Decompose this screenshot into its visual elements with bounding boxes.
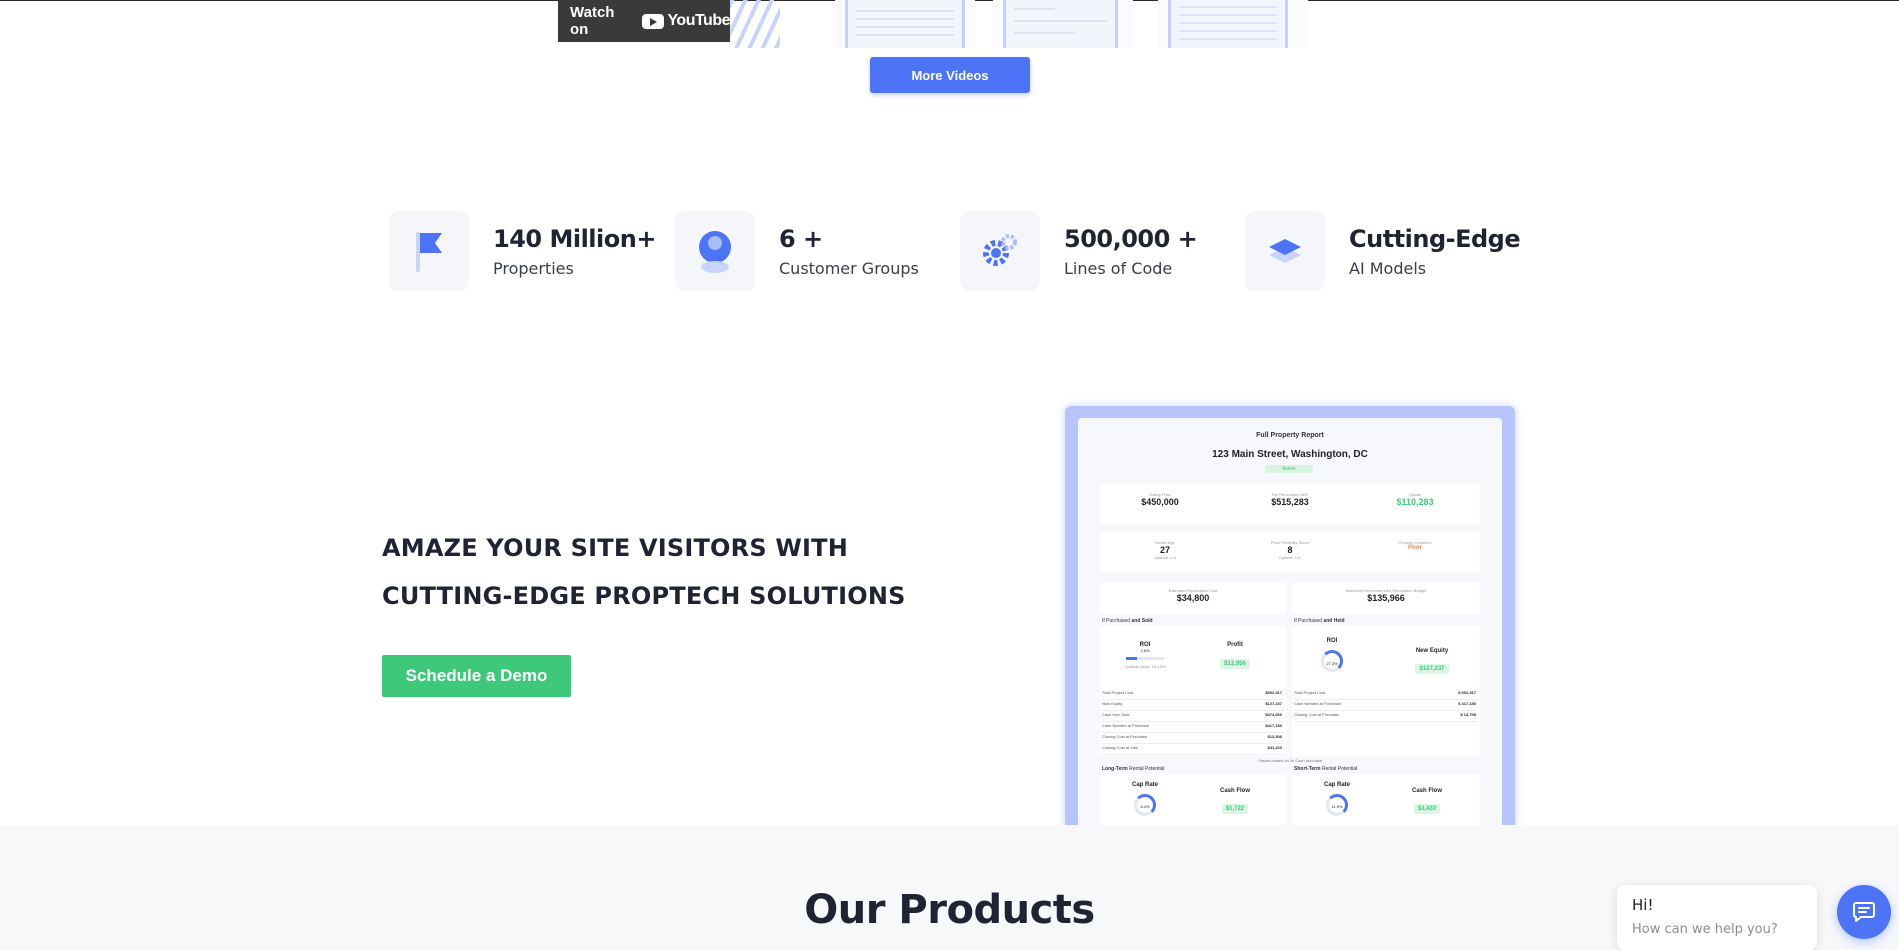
table-row: Closing Cost at Purchase $13,500: [1102, 734, 1284, 744]
equity-label: New Equity: [1415, 648, 1449, 654]
report-address: 123 Main Street, Washington, DC: [1212, 449, 1368, 460]
metric-note: Optimal: 0-5: [1154, 555, 1176, 560]
cap-rate-label: Cap Rate: [1131, 782, 1158, 788]
table-row: Closing Cost at Purchase $ 13,700: [1294, 712, 1478, 722]
thumbnail-image: [1168, 0, 1288, 48]
stat-properties: 140 Million+ Properties: [389, 211, 656, 291]
table-row: New Equity $127,237: [1102, 701, 1284, 711]
thumbnail-image: [1003, 0, 1118, 48]
chat-launcher-button[interactable]: [1837, 885, 1891, 939]
profit-label: Profit: [1227, 642, 1243, 648]
stat-lines-of-code: 500,000 + Lines of Code: [960, 211, 1198, 291]
long-term-heading: Long-Term Rental Potential: [1102, 766, 1165, 772]
gears-icon: [960, 211, 1040, 291]
short-term-card: Cap Rate 11.9% Cash Flow $3,432: [1292, 774, 1480, 826]
layers-icon: [1245, 211, 1325, 291]
short-term-heading: Short-Term Rental Potential: [1294, 766, 1358, 772]
page: Watch on YouTube More Videos 140 Million…: [0, 0, 1899, 950]
report-footnote: *Values based on 3x Cash purchase: [1257, 758, 1323, 763]
youtube-play-icon: [642, 13, 665, 29]
metric-value: $450,000: [1141, 497, 1179, 507]
stat-ai-models: Cutting-Edge AI Models: [1245, 211, 1521, 291]
metric-value: 8: [1287, 545, 1293, 555]
stat-label: Customer Groups: [779, 258, 919, 278]
sold-section-card: ROI 2.6% Optimal range: 10-15% Profit $1…: [1100, 626, 1286, 756]
cash-flow-value: $1,722: [1221, 804, 1249, 814]
table-row: Total Project Cost $ 502,317: [1294, 690, 1478, 700]
cap-rate-value: 6.4%: [1140, 804, 1150, 809]
cash-flow-value: $3,432: [1413, 804, 1441, 814]
youtube-logo: YouTube: [642, 12, 730, 30]
cap-rate-label: Cap Rate: [1323, 782, 1350, 788]
held-section-card: ROI 27.3% New Equity $127,237 Total Proj…: [1292, 626, 1480, 756]
roi-value: 27.3%: [1326, 661, 1338, 666]
watch-on-label: Watch on: [570, 4, 615, 38]
chat-prompt: How can we help you?: [1632, 922, 1778, 937]
video-thumbnail-2[interactable]: [993, 0, 1133, 48]
more-videos-button[interactable]: More Videos: [870, 57, 1030, 93]
stat-value: 140 Million+: [493, 224, 656, 253]
top-metrics-card: Listing Price $450,000 Full Renovation A…: [1100, 484, 1480, 524]
stat-label: Lines of Code: [1064, 258, 1173, 278]
metric-value: $34,800: [1176, 593, 1210, 603]
metric-value: 27: [1159, 545, 1170, 555]
cap-rate-value: 11.9%: [1331, 804, 1343, 809]
hero-headline-line-2: CUTTING-EDGE PROPTECH SOLUTIONS: [382, 582, 906, 610]
roi-note: Optimal range: 10-15%: [1124, 664, 1166, 669]
metric-value: $110,283: [1396, 497, 1434, 507]
roi-value: 2.6%: [1140, 648, 1150, 653]
thumbnail-image: [845, 0, 965, 48]
held-section-heading: If Purchased and Held: [1294, 618, 1345, 624]
report-title: Full Property Report: [1256, 432, 1324, 439]
chat-icon: [1852, 899, 1876, 926]
sold-section-heading: If Purchased and Sold: [1102, 618, 1153, 624]
mid-metrics-card: House Age 27 Optimal: 0-5 Price Flexibil…: [1100, 532, 1480, 572]
metric-value: $515,283: [1271, 497, 1309, 507]
hero-headline-line-1: AMAZE YOUR SITE VISITORS WITH: [382, 534, 849, 562]
cash-flow-label: Cash Flow: [1411, 788, 1442, 794]
video-thumbnail-1[interactable]: [835, 0, 975, 48]
table-row: Closing Cost at Sale $41,223: [1102, 745, 1284, 755]
max-budget-card: Maximum Recommended Renovation Budget $1…: [1292, 582, 1480, 614]
youtube-wordmark: YouTube: [667, 12, 730, 29]
products-heading: Our Products: [804, 887, 1095, 933]
table-row: Total Project Cost $502,317: [1102, 690, 1284, 700]
hero-headline: AMAZE YOUR SITE VISITORS WITH CUTTING-ED…: [382, 524, 942, 620]
schedule-demo-button[interactable]: Schedule a Demo: [382, 655, 571, 697]
chat-greeting: Hi!: [1632, 896, 1654, 914]
table-row: Cash from Sale $474,060: [1102, 712, 1284, 722]
status-badge: Active: [1265, 465, 1313, 473]
stat-value: 500,000 +: [1064, 224, 1198, 253]
long-term-card: Cap Rate 6.4% Cash Flow $1,722: [1100, 774, 1286, 826]
video-thumbnail-3[interactable]: [1158, 0, 1308, 48]
video-embed-strip[interactable]: Watch on YouTube: [558, 0, 1336, 48]
video-thumbnail-stripes: [730, 0, 780, 48]
stat-label: Properties: [493, 258, 574, 278]
report-sheet: Full Property Report 123 Main Street, Wa…: [1078, 418, 1502, 826]
table-row: Cash Needed at Purchase $ 417,150: [1294, 701, 1478, 711]
stat-label: AI Models: [1349, 258, 1427, 278]
stat-customer-groups: 6 + Customer Groups: [675, 211, 919, 291]
equity-value: $127,237: [1415, 664, 1449, 674]
table-row: Cash Needed at Purchase $417,150: [1102, 723, 1284, 733]
roi-label: ROI: [1326, 638, 1338, 644]
profit-value: $12,956: [1220, 659, 1250, 669]
user-icon: [675, 211, 755, 291]
metric-value: Poor: [1408, 545, 1422, 551]
metric-value: $135,966: [1367, 593, 1405, 603]
stat-value: Cutting-Edge: [1349, 224, 1521, 253]
stat-value: 6 +: [779, 224, 823, 253]
chat-greeting-bubble[interactable]: Hi! How can we help you?: [1617, 885, 1817, 950]
cash-flow-label: Cash Flow: [1219, 788, 1250, 794]
renovation-cost-card: Estimated Renovation Cost $34,800: [1100, 582, 1286, 614]
flag-icon: [389, 211, 469, 291]
property-report-preview: Full Property Report 123 Main Street, Wa…: [1065, 406, 1515, 826]
metric-note: Optimal: 10+: [1278, 555, 1302, 560]
watch-on-youtube-button[interactable]: Watch on YouTube: [558, 0, 730, 42]
